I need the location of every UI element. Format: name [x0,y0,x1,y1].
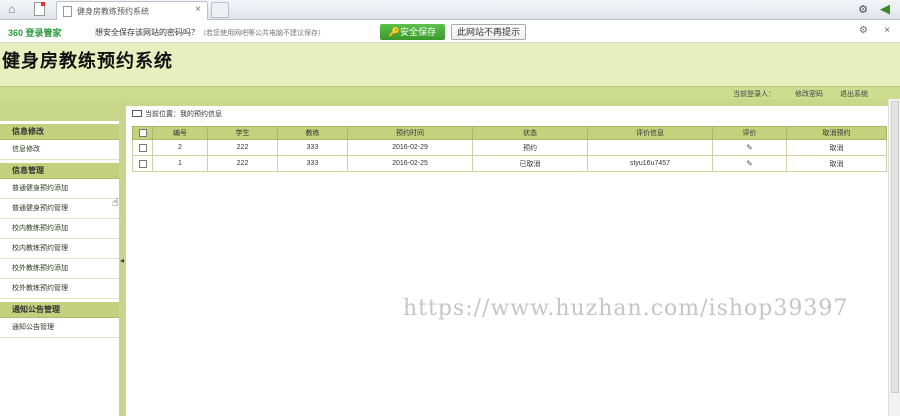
main-content: 当前位置：我的预约信息 编号 学生 教练 预约时间 状态 评价信息 评价 取消预… [126,99,900,416]
cell-review: styu16u7457 [587,155,713,172]
cell-coach: 333 [277,139,348,156]
column-header: 预约时间 [347,126,473,140]
location-icon [132,110,142,117]
sidebar-group-info-edit[interactable]: 信息修改 [0,124,119,140]
breadcrumb: 当前位置：我的预约信息 [132,109,222,119]
select-all-checkbox[interactable] [138,129,147,137]
column-header: 取消预约 [786,126,887,140]
sidebar-item-external-add[interactable]: 校外教练预约添加 [0,259,119,279]
column-header: 学生 [207,126,278,140]
header-select-all[interactable] [132,126,153,140]
pencil-icon[interactable]: ✎ [746,143,753,152]
cell-status: 预约 [472,139,588,156]
sidebar-item-internal-add[interactable]: 校内教练预约添加 [0,219,119,239]
sidebar-top-band [0,99,119,121]
collapse-arrow-icon[interactable]: ◂ [120,256,124,265]
cell-student: 222 [207,139,278,156]
home-icon[interactable]: ⌂ [8,3,22,16]
current-user-label: 当前登录人： [733,91,775,98]
tab-title: 健身房教练预约系统 [77,7,149,16]
cell-evaluate[interactable]: ✎ [712,139,787,156]
appointment-table: 编号 学生 教练 预约时间 状态 评价信息 评价 取消预约 2 222 333 … [132,126,887,172]
sidebar-item-notice-manage[interactable]: 通知公告管理 [0,318,119,338]
table-row: 1 222 333 2016-02-25 已取消 styu16u7457 ✎ 取… [132,155,887,172]
cell-student: 222 [207,155,278,172]
cell-evaluate[interactable]: ✎ [712,155,787,172]
site-header: 健身房教练预约系统 [0,43,900,86]
toolbar-tool-icon[interactable]: ⚙ [858,3,868,16]
browser-tab-strip: ⌂ 健身房教练预约系统 × ⚙ ◀ [0,0,900,20]
column-header: 状态 [472,126,588,140]
sidebar-item-external-manage[interactable]: 校外教练预约管理 [0,279,119,299]
column-header: 评价信息 [587,126,713,140]
vertical-scrollbar[interactable] [888,99,900,416]
row-select[interactable] [132,139,153,156]
back-arrow-icon[interactable]: ◀ [880,1,890,17]
row-checkbox[interactable] [138,143,147,152]
never-prompt-button[interactable]: 此网站不再提示 [451,24,526,40]
change-password-link[interactable]: 修改密码 [795,89,823,99]
close-icon[interactable]: × [884,25,890,36]
password-prompt: 想安全保存该网站的密码吗？（若您使用网吧等公共电脑不建议保存） [95,27,325,38]
page-icon [63,6,72,17]
pencil-icon[interactable]: ✎ [746,159,753,168]
sidebar-item-normal-manage[interactable]: 普通健身预约管理 [0,199,119,219]
cell-status: 已取消 [472,155,588,172]
scrollbar-thumb[interactable] [891,101,899,393]
site-title: 健身房教练预约系统 [2,51,173,72]
cell-time: 2016-02-25 [347,155,473,172]
cell-id: 1 [152,155,208,172]
new-tab-button[interactable] [211,2,229,18]
sidebar-item-internal-manage[interactable]: 校内教练预约管理 [0,239,119,259]
sidebar-item-info-edit[interactable]: 信息修改 [0,140,119,160]
cell-cancel[interactable]: 取消 [786,155,887,172]
sidebar-item-normal-add[interactable]: 普通健身预约添加 [0,179,119,199]
safe-save-button[interactable]: 🔑安全保存 [380,24,445,40]
breadcrumb-text: 当前位置：我的预约信息 [145,111,222,118]
row-checkbox[interactable] [138,159,147,168]
watermark-text: https://www.huzhan.com/ishop39397 [403,296,849,321]
column-header: 评价 [712,126,787,140]
password-prompt-hint: （若您使用网吧等公共电脑不建议保存） [199,30,325,37]
main-top-band [126,99,900,106]
browser-tab[interactable]: 健身房教练预约系统 × [56,1,208,20]
cell-id: 2 [152,139,208,156]
column-header: 教练 [277,126,348,140]
gear-icon[interactable]: ⚙ [859,25,868,36]
appointment-table-wrap: 编号 学生 教练 预约时间 状态 评价信息 评价 取消预约 2 222 333 … [132,126,887,172]
sidebar-group-notice[interactable]: 通知公告管理 [0,302,119,318]
column-header: 编号 [152,126,208,140]
hand-cursor-icon: ☝ [112,197,119,209]
sidebar-group-info-manage[interactable]: 信息管理 [0,163,119,179]
password-prompt-text: 想安全保存该网站的密码吗？ [95,28,199,37]
cell-coach: 333 [277,155,348,172]
sidebar: 信息修改 信息修改 信息管理 普通健身预约添加 普通健身预约管理 校内教练预约添… [0,99,120,416]
row-select[interactable] [132,155,153,172]
user-bar: 当前登录人： 修改密码 退出系统 [0,86,900,99]
tab-close-icon[interactable]: × [195,4,201,15]
safe-save-label: 安全保存 [400,27,437,37]
table-row: 2 222 333 2016-02-29 预约 ✎ 取消 [132,139,887,156]
password-save-bar: 360 登录管家 想安全保存该网站的密码吗？（若您使用网吧等公共电脑不建议保存）… [0,21,900,43]
logout-link[interactable]: 退出系统 [840,89,868,99]
table-header-row: 编号 学生 教练 预约时间 状态 评价信息 评价 取消预约 [132,126,887,140]
cell-cancel[interactable]: 取消 [786,139,887,156]
cell-review [587,139,713,156]
document-icon[interactable] [34,2,45,16]
key-icon: 🔑 [388,27,401,37]
password-manager-brand: 360 登录管家 [8,28,62,38]
cell-time: 2016-02-29 [347,139,473,156]
